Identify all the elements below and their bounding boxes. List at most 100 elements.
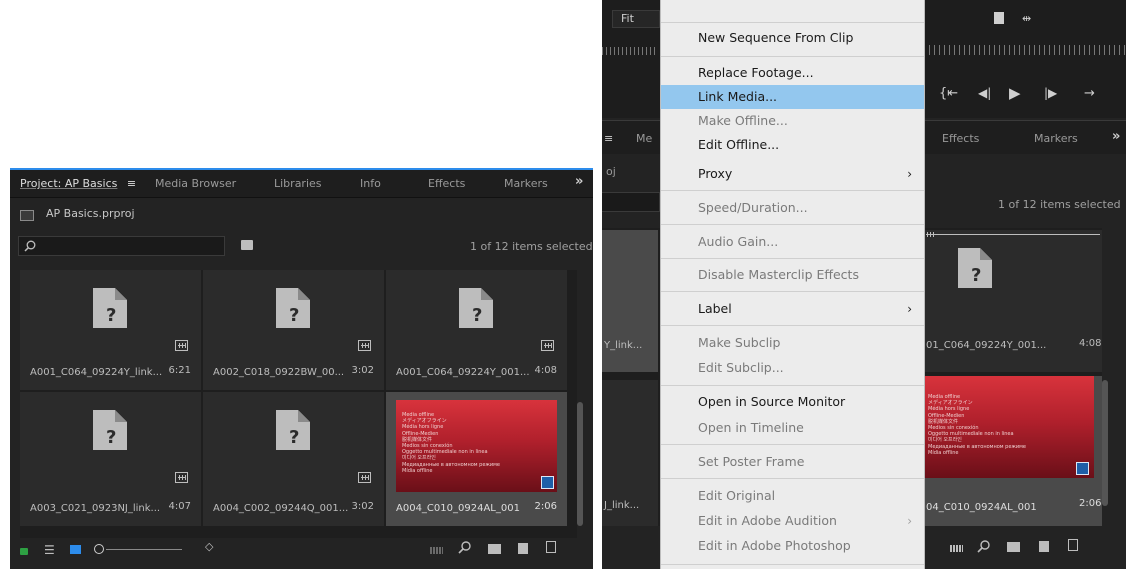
menu-item-proxy[interactable]: Proxy › [661,162,924,186]
av-link-icon [175,472,188,483]
tab-project-label: Project: AP Basics [20,177,118,190]
zoom-slider[interactable] [94,543,184,555]
menu-separator [661,325,924,326]
lock-icon[interactable] [20,548,28,555]
clip-duration: 3:02 [351,365,374,376]
play-icon[interactable]: ▶ [1009,84,1021,102]
offline-file-icon: ? [276,410,310,450]
automate-to-sequence-icon[interactable] [430,547,443,554]
clip-thumbnail[interactable]: ? A004_C002_09244Q_001... 3:02 [203,392,384,526]
menu-item-edit-offline[interactable]: Edit Offline... [661,133,924,157]
step-forward-icon[interactable]: |▶ [1044,86,1057,100]
clip-thumbnail-partial[interactable]: Y_link... [602,230,658,372]
menu-item-disable-masterclip-effects[interactable]: Disable Masterclip Effects [661,263,924,287]
new-bin-icon[interactable] [1007,542,1020,552]
icon-view-icon[interactable] [70,545,81,554]
sort-icon[interactable]: ◇ [205,540,213,553]
clip-thumbnail-selected[interactable]: Media offline メディアオフライン Média hors ligne… [386,392,567,526]
trash-icon[interactable] [1068,539,1078,551]
tab-media-browser-partial[interactable]: Me [636,132,652,145]
zoom-slider-handle[interactable] [94,544,104,554]
timeline-ruler-right [924,45,1126,55]
menu-item-label: New Sequence From Clip [698,30,854,45]
menu-item-label: Open in Source Monitor [698,394,846,409]
overflow-chevron-icon[interactable]: » [575,174,583,189]
menu-item-new-sequence-from-clip[interactable]: New Sequence From Clip [661,26,924,50]
tab-markers[interactable]: Markers [1034,132,1078,145]
tab-media-browser[interactable]: Media Browser [155,177,236,190]
tab-libraries[interactable]: Libraries [274,177,322,190]
menu-item-replace-footage[interactable]: Replace Footage... [661,61,924,85]
new-item-icon[interactable] [518,543,528,554]
clip-thumbnail[interactable]: ? A001_C064_09224Y_link... 6:21 [20,270,201,390]
offline-file-icon: ? [93,410,127,450]
media-offline-text: Media offline メディアオフライン Média hors ligne… [928,394,1026,456]
tab-project[interactable]: Project: AP Basics ≡ [20,177,136,190]
go-to-in-icon[interactable]: {⇤ [939,86,958,101]
new-bin-icon[interactable] [488,544,501,554]
vertical-scrollbar[interactable] [577,402,583,526]
clip-thumbnail-selected[interactable]: Media offline メディアオフライン Média hors ligne… [924,376,1102,526]
overflow-chevron-icon[interactable]: » [1112,129,1120,144]
menu-item-edit-in-adobe-photoshop[interactable]: Edit in Adobe Photoshop [661,534,924,558]
clip-name: A001_C064_09224Y_001... [396,367,530,378]
menu-item-open-in-source-monitor[interactable]: Open in Source Monitor [661,390,924,414]
menu-item-edit-subclip[interactable]: Edit Subclip... [661,356,924,380]
submenu-arrow-icon: › [907,514,912,528]
panel-menu-icon[interactable]: ≡ [127,177,136,190]
menu-item-label[interactable]: Label › [661,297,924,321]
submenu-arrow-icon: › [907,167,912,181]
vertical-scrollbar[interactable] [1102,380,1108,506]
search-field[interactable] [18,236,225,256]
new-item-icon[interactable] [1039,541,1049,552]
av-link-icon [175,340,188,351]
go-to-out-icon[interactable]: → [1084,86,1095,101]
new-search-bin-icon[interactable] [241,240,253,250]
clip-duration: 2:06 [534,501,557,512]
zoom-level-value: Fit [621,12,634,25]
tab-markers[interactable]: Markers [504,177,548,190]
menu-item-edit-original[interactable]: Edit Original [661,484,924,508]
step-back-icon[interactable]: ◀| [978,86,991,100]
clip-type-badge-icon [1076,462,1089,475]
clip-thumbnail[interactable]: ? A001_C064_09224Y_001... 4:08 [386,270,567,390]
panel-menu-icon[interactable]: ≡ [604,132,613,145]
drag-audio-video-icon[interactable]: ⇹ [1022,12,1031,25]
automate-to-sequence-icon[interactable] [950,545,963,552]
list-view-icon[interactable]: ☰ [44,543,55,557]
menu-separator [661,291,924,292]
menu-item-link-media[interactable]: Link Media... [661,85,924,109]
menu-item-edit-in-adobe-audition[interactable]: Edit in Adobe Audition › [661,509,924,533]
search-input[interactable] [39,238,223,256]
clip-thumbnail[interactable]: ? A002_C018_0922BW_00... 3:02 [203,270,384,390]
menu-item-make-subclip[interactable]: Make Subclip [661,331,924,355]
film-icon[interactable] [994,12,1004,24]
search-field-partial[interactable] [602,192,660,212]
menu-item-label: Edit Offline... [698,137,780,152]
menu-item-label: Edit Subclip... [698,360,784,375]
menu-item-set-poster-frame[interactable]: Set Poster Frame [661,450,924,474]
clip-thumbnail[interactable]: ? 01_C064_09224Y_001... 4:08 [924,230,1102,372]
trash-icon[interactable] [546,541,556,553]
menu-item-speed-duration[interactable]: Speed/Duration... [661,196,924,220]
offline-file-icon: ? [459,288,493,328]
clip-thumbnail[interactable]: ? A003_C021_0923NJ_link... 4:07 [20,392,201,526]
clip-duration: 2:06 [1079,498,1102,509]
tab-effects[interactable]: Effects [428,177,465,190]
media-offline-frame: Media offline メディアオフライン Média hors ligne… [924,376,1094,478]
clip-name: 04_C010_0924AL_001 [926,502,1037,513]
clip-thumbnail-partial[interactable]: J_link... [602,380,658,526]
find-icon[interactable] [977,540,990,553]
zoom-level-dropdown[interactable]: Fit [612,10,660,28]
tab-effects[interactable]: Effects [942,132,979,145]
clip-grid: ? A001_C064_09224Y_link... 6:21 ? A002_C… [20,270,577,538]
menu-item-make-offline[interactable]: Make Offline... [661,109,924,133]
menu-item-open-in-timeline[interactable]: Open in Timeline [661,416,924,440]
menu-item-audio-gain[interactable]: Audio Gain... [661,230,924,254]
tab-info[interactable]: Info [360,177,381,190]
clip-name: A004_C010_0924AL_001 [396,503,520,514]
clip-type-badge-icon [541,476,554,489]
find-icon[interactable] [458,541,471,554]
offline-line: Mídia offline [402,467,433,474]
menu-item-label: Edit Original [698,488,776,503]
